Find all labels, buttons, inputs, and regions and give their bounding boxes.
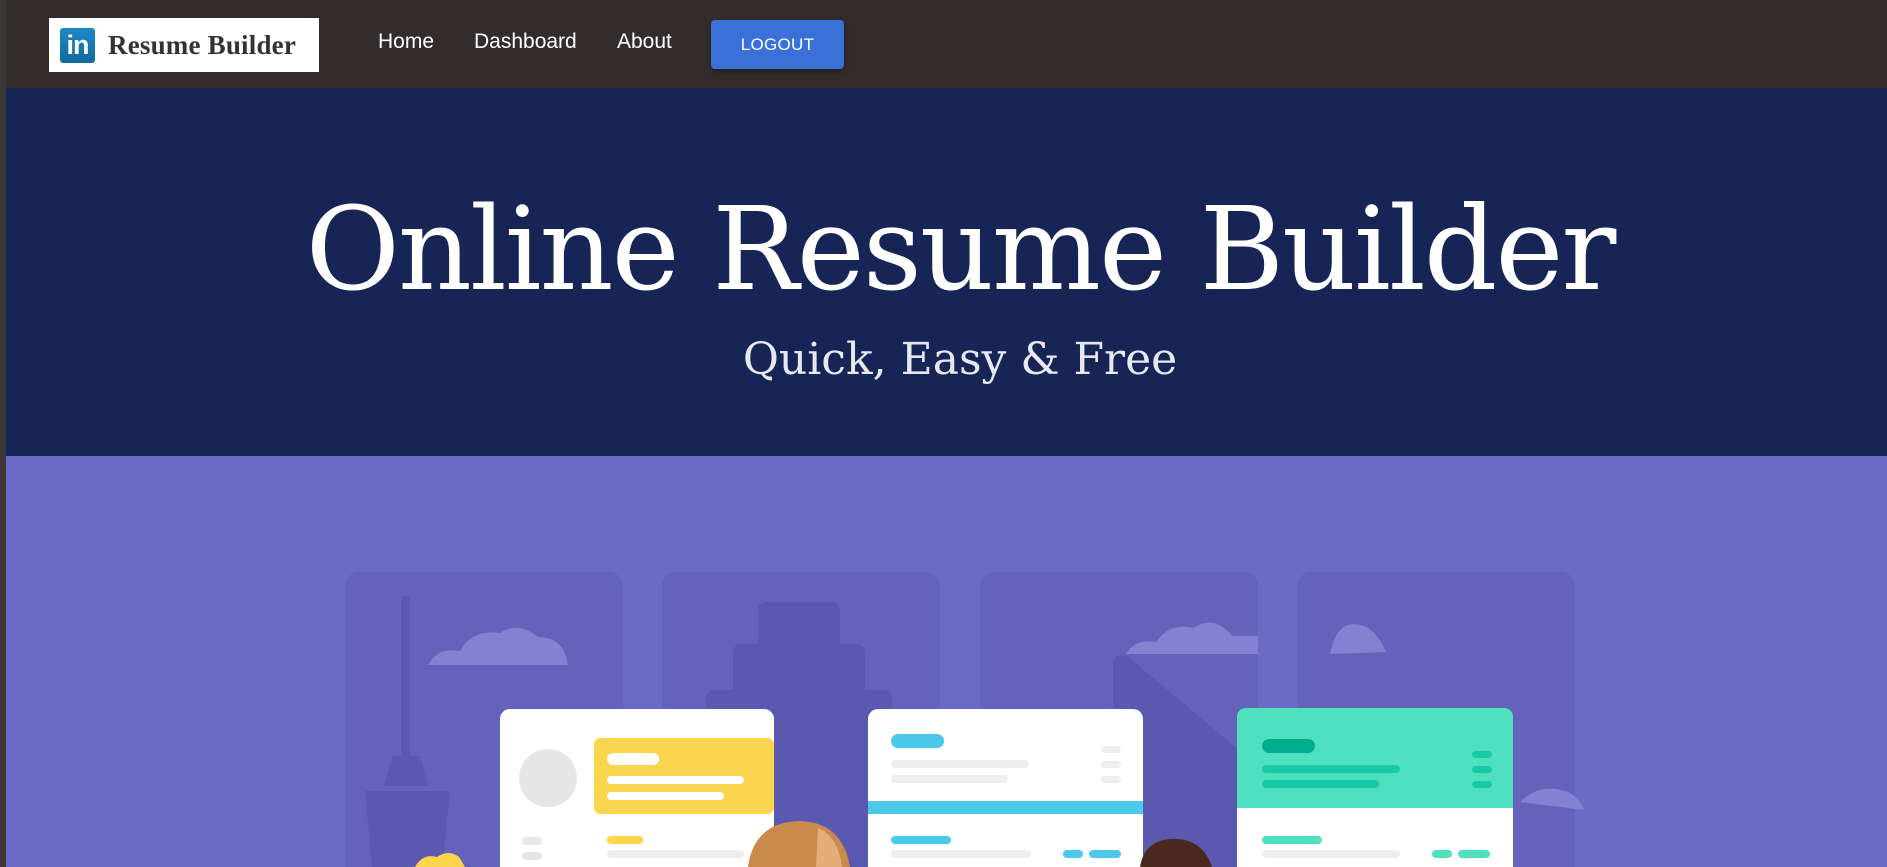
logout-button[interactable]: LOGOUT (711, 20, 844, 69)
resume-templates-illustration (345, 572, 1584, 867)
page-title: Online Resume Builder (305, 183, 1617, 317)
linkedin-icon: in (60, 27, 95, 63)
nav-link-about[interactable]: About (617, 30, 672, 54)
nav-link-dashboard[interactable]: Dashboard (474, 30, 577, 54)
brand-name: Resume Builder (108, 29, 297, 60)
window-edge (0, 0, 6, 867)
resume-card-2 (868, 709, 1143, 867)
resume-card-3 (1237, 708, 1513, 867)
hero-banner: Online Resume Builder Quick, Easy & Free (0, 88, 1887, 456)
resume-card-1 (500, 709, 774, 867)
brand-logo[interactable]: in Resume Builder (49, 18, 319, 72)
page-subtitle: Quick, Easy & Free (742, 334, 1178, 385)
nav-link-home[interactable]: Home (378, 30, 434, 54)
top-navbar: in Resume Builder Home Dashboard About L… (0, 0, 1887, 88)
